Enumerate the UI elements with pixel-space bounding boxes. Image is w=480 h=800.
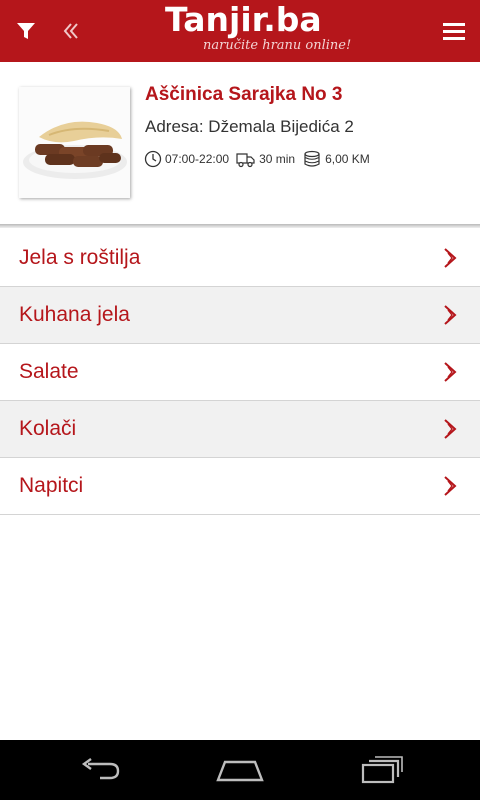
hamburger-menu-icon — [443, 23, 465, 40]
back-button[interactable] — [46, 0, 98, 62]
minimum-order: 6,00 KM — [302, 150, 370, 168]
home-icon — [216, 760, 264, 782]
app-logo: Tanjir.ba naručite hranu online! — [163, 0, 373, 62]
logo-tagline: naručite hranu online! — [203, 38, 352, 53]
category-label: Jela s roštilja — [19, 246, 141, 269]
restaurant-photo — [19, 87, 130, 198]
system-navigation-bar — [0, 740, 480, 800]
category-row-cooked[interactable]: Kuhana jela — [0, 287, 480, 344]
double-chevron-left-icon — [63, 23, 78, 39]
minimum-order-text: 6,00 KM — [325, 152, 370, 166]
chevron-right-icon — [444, 248, 457, 268]
restaurant-name: Aščinica Sarajka No 3 — [145, 84, 343, 105]
restaurant-header: Aščinica Sarajka No 3 Adresa: Džemala Bi… — [0, 62, 480, 228]
back-arrow-icon — [81, 758, 120, 780]
category-label: Salate — [19, 360, 79, 383]
menu-button[interactable] — [428, 0, 480, 62]
nav-home-button[interactable] — [195, 740, 285, 800]
delivery-truck-icon — [236, 153, 255, 168]
opening-hours-text: 07:00-22:00 — [165, 152, 230, 166]
category-row-cakes[interactable]: Kolači — [0, 401, 480, 458]
category-row-salads[interactable]: Salate — [0, 344, 480, 401]
nav-back-button[interactable] — [55, 740, 145, 800]
chevron-right-icon — [444, 305, 457, 325]
restaurant-meta: 07:00-22:00 30 min 6,00 KM — [144, 150, 377, 168]
chevron-right-icon — [444, 362, 457, 382]
clock-icon — [144, 150, 162, 168]
category-row-grill[interactable]: Jela s roštilja — [0, 230, 480, 287]
nav-recents-button[interactable] — [337, 740, 427, 800]
delivery-time: 30 min — [236, 150, 295, 168]
category-label: Kuhana jela — [19, 303, 130, 326]
chevron-right-icon — [444, 476, 457, 496]
filter-button[interactable] — [0, 0, 52, 62]
chevron-right-icon — [444, 419, 457, 439]
delivery-time-text: 30 min — [259, 152, 296, 166]
category-list: Jela s roštilja Kuhana jela Salate Kolač… — [0, 230, 480, 515]
category-label: Napitci — [19, 474, 84, 497]
opening-hours: 07:00-22:00 — [144, 150, 229, 168]
category-row-drinks[interactable]: Napitci — [0, 458, 480, 515]
filter-icon — [17, 23, 35, 39]
restaurant-address: Adresa: Džemala Bijedića 2 — [145, 117, 354, 136]
category-label: Kolači — [19, 417, 77, 440]
top-app-bar: Tanjir.ba naručite hranu online! — [0, 0, 480, 62]
recent-apps-icon — [361, 756, 403, 784]
coins-icon — [304, 150, 320, 167]
logo-title: Tanjir.ba — [165, 0, 322, 39]
